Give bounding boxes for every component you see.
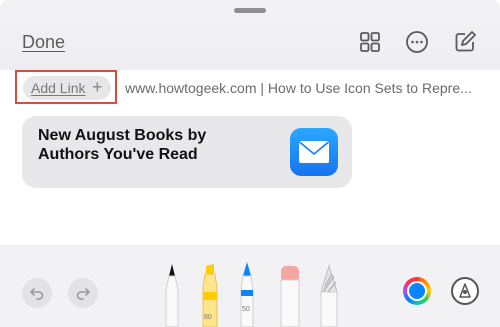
grid-icon[interactable]	[358, 30, 382, 54]
note-title: New August Books by Authors You've Read	[38, 127, 207, 163]
undo-icon[interactable]	[22, 278, 52, 308]
redo-icon[interactable]	[68, 278, 98, 308]
compose-icon[interactable]	[453, 30, 477, 54]
color-picker-button[interactable]	[403, 277, 431, 305]
sheet-grabber[interactable]	[234, 8, 266, 13]
pen-tool[interactable]	[163, 262, 181, 327]
plus-icon[interactable]: +	[92, 77, 103, 98]
pen-tip-icon[interactable]	[451, 277, 479, 305]
selected-color-swatch	[409, 283, 425, 299]
ruler-tool[interactable]	[318, 262, 340, 327]
link-url-text: www.howtogeek.com | How to Use Icon Sets…	[125, 80, 472, 96]
highlighter-width-label: 80	[204, 314, 212, 321]
mail-app-icon	[290, 128, 338, 176]
done-button[interactable]: Done	[22, 32, 65, 53]
add-link-label[interactable]: Add Link	[31, 80, 85, 96]
highlighter-tool[interactable]: 80	[200, 262, 220, 327]
pencil-tool[interactable]: 50	[238, 262, 256, 327]
pencil-width-label: 50	[242, 306, 250, 313]
eraser-tool[interactable]	[279, 262, 301, 327]
sheet-header: Done	[0, 0, 500, 70]
notes-sheet: Done Add Link + www.howtogeek.com | How …	[0, 0, 500, 327]
more-icon[interactable]	[405, 30, 429, 54]
